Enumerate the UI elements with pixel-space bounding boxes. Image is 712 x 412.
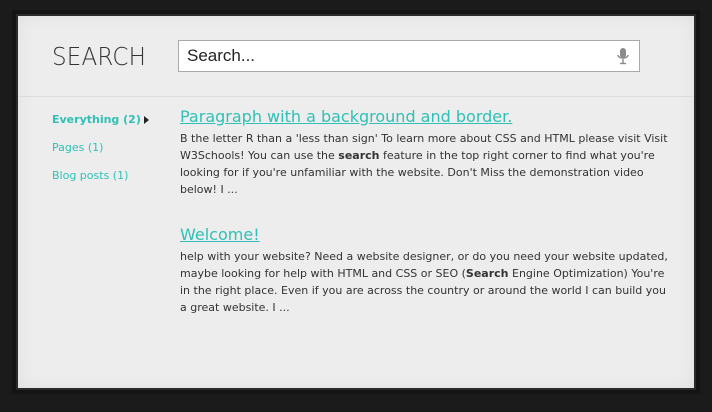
- search-box[interactable]: [178, 40, 640, 72]
- search-filter-sidebar: Everything (2) Pages (1) Blog posts (1): [52, 112, 172, 196]
- search-result: Welcome! help with your website? Need a …: [180, 224, 670, 316]
- sidebar-item-label: Everything (2): [52, 113, 141, 126]
- result-snippet: B the letter R than a 'less than sign' T…: [180, 132, 668, 196]
- search-result: Paragraph with a background and border. …: [180, 106, 670, 198]
- sidebar-item-everything[interactable]: Everything (2): [52, 112, 172, 140]
- search-panel: SEARCH Everything (2) Pages (1) Blog pos…: [16, 14, 696, 390]
- search-input[interactable]: [179, 41, 615, 71]
- sidebar-item-blog-posts[interactable]: Blog posts (1): [52, 168, 172, 196]
- result-title-link[interactable]: Welcome!: [180, 224, 670, 246]
- result-snippet: help with your website? Need a website d…: [180, 250, 668, 314]
- sidebar-item-label: Pages (1): [52, 141, 104, 154]
- page-title: SEARCH: [52, 42, 147, 71]
- microphone-icon[interactable]: [615, 47, 631, 65]
- result-title-link[interactable]: Paragraph with a background and border.: [180, 106, 670, 128]
- search-results: Paragraph with a background and border. …: [180, 106, 670, 342]
- triangle-right-icon: [144, 116, 149, 124]
- sidebar-item-label: Blog posts (1): [52, 169, 129, 182]
- search-header: SEARCH: [18, 16, 694, 97]
- sidebar-item-pages[interactable]: Pages (1): [52, 140, 172, 168]
